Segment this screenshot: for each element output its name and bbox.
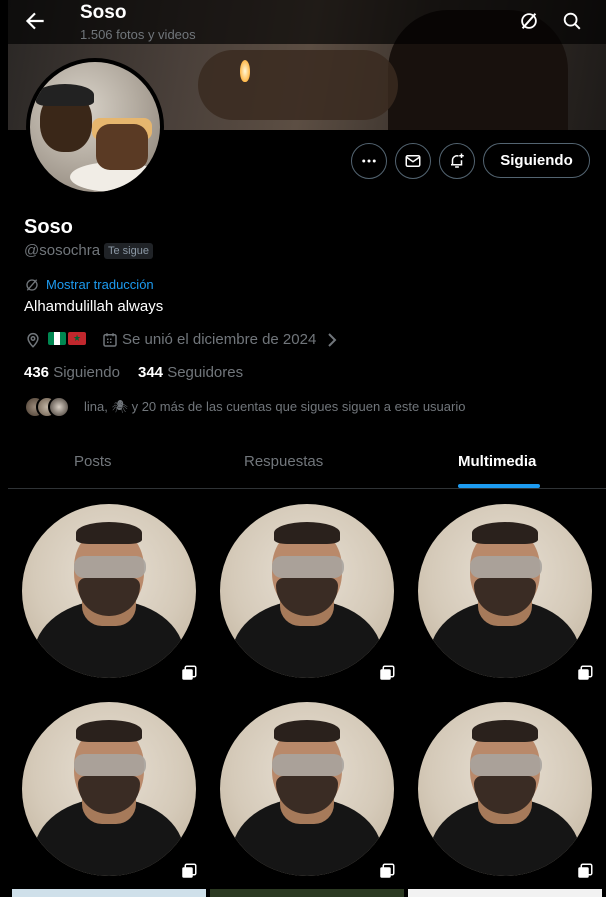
media-item[interactable] bbox=[404, 496, 600, 692]
media-photo bbox=[418, 504, 592, 678]
media-item[interactable] bbox=[404, 694, 600, 890]
media-photo bbox=[220, 504, 394, 678]
media-thumb-partial[interactable] bbox=[210, 889, 404, 897]
media-item[interactable] bbox=[8, 694, 204, 890]
calendar-icon bbox=[103, 333, 117, 347]
mutual-avatar[interactable] bbox=[48, 396, 70, 418]
multiple-images-icon bbox=[380, 863, 395, 878]
profile-bio: Alhamdulillah always bbox=[24, 298, 164, 315]
grok-icon[interactable] bbox=[518, 10, 540, 32]
joined-date[interactable]: Se unió el diciembre de 2024 bbox=[122, 331, 316, 348]
multiple-images-icon bbox=[578, 863, 593, 878]
following-stat[interactable]: 436 Siguiendo bbox=[24, 364, 120, 381]
following-button[interactable]: Siguiendo bbox=[483, 143, 590, 178]
chevron-right-icon[interactable] bbox=[326, 332, 338, 348]
profile-avatar[interactable] bbox=[26, 58, 164, 196]
show-translation-link[interactable]: Mostrar traducción bbox=[46, 277, 154, 292]
media-photo bbox=[418, 702, 592, 876]
header-subtitle: 1.506 fotos y videos bbox=[80, 27, 196, 42]
followers-label: Seguidores bbox=[167, 364, 244, 381]
tab-media[interactable]: Multimedia bbox=[458, 453, 536, 470]
follows-you-badge: Te sigue bbox=[104, 243, 153, 259]
bell-plus-icon bbox=[451, 153, 464, 168]
profile-name: Soso bbox=[24, 216, 73, 238]
message-button[interactable] bbox=[395, 143, 431, 179]
multiple-images-icon bbox=[182, 863, 197, 878]
nigeria-flag-icon bbox=[48, 332, 66, 345]
translate-icon bbox=[26, 279, 38, 291]
media-item[interactable] bbox=[206, 496, 402, 692]
search-icon[interactable] bbox=[561, 10, 583, 32]
top-bar: Soso 1.506 fotos y videos bbox=[0, 0, 606, 44]
media-photo bbox=[220, 702, 394, 876]
tab-posts[interactable]: Posts bbox=[74, 453, 112, 470]
followed-by-text[interactable]: lina, 🕷 y 20 más de las cuentas que sigu… bbox=[84, 399, 465, 415]
notify-button[interactable] bbox=[439, 143, 475, 179]
more-button[interactable] bbox=[351, 143, 387, 179]
back-arrow-icon[interactable] bbox=[22, 8, 48, 34]
media-item[interactable] bbox=[8, 496, 204, 692]
multiple-images-icon bbox=[182, 665, 197, 680]
followers-count: 344 bbox=[138, 364, 164, 381]
active-tab-indicator bbox=[458, 484, 540, 488]
media-photo bbox=[22, 504, 196, 678]
multiple-images-icon bbox=[578, 665, 593, 680]
following-count: 436 bbox=[24, 364, 50, 381]
multiple-images-icon bbox=[380, 665, 395, 680]
followers-stat[interactable]: 344 Seguidores bbox=[138, 364, 243, 381]
tab-replies[interactable]: Respuestas bbox=[244, 453, 323, 470]
profile-tabs: Posts Respuestas Multimedia bbox=[8, 436, 606, 489]
header-title: Soso bbox=[80, 2, 127, 23]
location-icon bbox=[27, 332, 39, 348]
envelope-icon bbox=[405, 155, 421, 167]
following-label: Siguiendo bbox=[53, 364, 120, 381]
morocco-flag-icon: ★ bbox=[68, 332, 86, 345]
media-thumb-partial[interactable] bbox=[408, 889, 602, 897]
media-item[interactable] bbox=[206, 694, 402, 890]
profile-handle: @sosochra bbox=[24, 242, 101, 259]
media-photo bbox=[22, 702, 196, 876]
more-icon bbox=[362, 159, 376, 163]
media-thumb-partial[interactable] bbox=[12, 889, 206, 897]
